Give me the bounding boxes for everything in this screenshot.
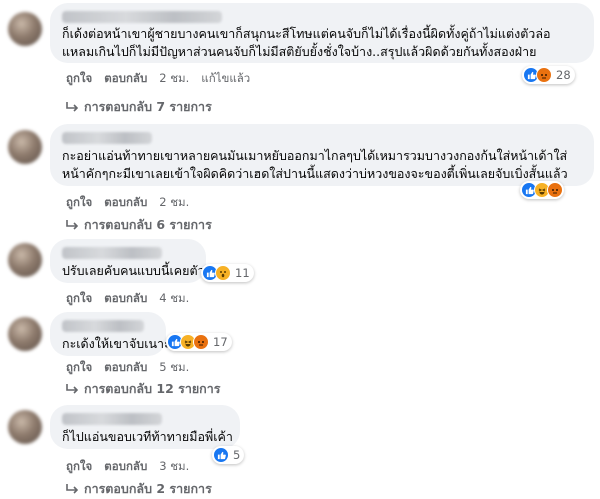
comment-text-line: ก็เด้งต่อหน้าเขาผู้ชายบางคนเขาก็สนุกนะสี… [62, 26, 551, 41]
angry-icon [193, 334, 209, 350]
reply-link[interactable]: ตอบกลับ [104, 194, 147, 212]
avatar[interactable] [8, 12, 42, 46]
view-replies-link[interactable]: การตอบกลับ 2 รายการ [66, 479, 212, 499]
comment-actions: ถูกใจ ตอบกลับ 3 ชม. [66, 458, 189, 476]
comment-text-line: แหลมเกินไปก็ไม่มีปัญหาส่วนคนจับก็ไม่มีสต… [62, 44, 537, 59]
author-name-blurred[interactable] [62, 320, 144, 332]
comment-actions: ถูกใจ ตอบกลับ 4 ชม. [66, 290, 189, 308]
author-name-blurred[interactable] [62, 247, 162, 259]
reaction-summary[interactable] [520, 181, 564, 199]
avatar[interactable] [8, 130, 42, 164]
comment-text-line: ปรับเลยคับคนแบบนี้เคยตัว [62, 263, 205, 278]
like-icon [213, 447, 229, 463]
comment-text-line: กะอย่าแอ่นท้าทายเขาหลายคนมันเมาหยับออกมา… [62, 148, 568, 163]
timestamp[interactable]: 2 ชม. [159, 70, 189, 88]
comment-actions: ถูกใจ ตอบกลับ 2 ชม. แก้ไขแล้ว [66, 70, 250, 88]
timestamp[interactable]: 3 ชม. [159, 458, 189, 476]
reply-link[interactable]: ตอบกลับ [104, 70, 147, 88]
comment-bubble: ก็เด้งต่อหน้าเขาผู้ชายบางคนเขาก็สนุกนะสี… [50, 3, 594, 63]
reaction-summary[interactable]: 11 [201, 264, 254, 282]
avatar[interactable] [8, 243, 42, 277]
comment-bubble: ก็ไปแอ่นขอบเวทีท้าทายมือพี่เค้า [50, 405, 240, 449]
comment-text-line: ก็ไปแอ่นขอบเวทีท้าทายมือพี่เค้า [62, 429, 233, 444]
replies-count-label: การตอบกลับ 7 รายการ [84, 99, 212, 114]
view-replies-link[interactable]: การตอบกลับ 6 รายการ [66, 215, 212, 235]
comment-bubble: กะเด้งให้เขาจับเนาะ [50, 312, 171, 356]
like-link[interactable]: ถูกใจ [66, 458, 92, 476]
reaction-count: 5 [233, 448, 241, 462]
reply-link[interactable]: ตอบกลับ [104, 458, 147, 476]
reaction-summary[interactable]: 28 [522, 66, 575, 84]
timestamp[interactable]: 4 ชม. [159, 290, 189, 308]
comment-actions: ถูกใจ ตอบกลับ 2 ชม. [66, 194, 189, 212]
comment-bubble: กะอย่าแอ่นท้าทายเขาหลายคนมันเมาหยับออกมา… [50, 124, 594, 186]
timestamp[interactable]: 5 ชม. [159, 359, 189, 377]
like-link[interactable]: ถูกใจ [66, 194, 92, 212]
like-link[interactable]: ถูกใจ [66, 359, 92, 377]
reply-arrow-icon [66, 484, 78, 494]
replies-count-label: การตอบกลับ 12 รายการ [84, 381, 221, 396]
author-name-blurred[interactable] [62, 11, 222, 23]
reply-arrow-icon [66, 384, 78, 394]
avatar[interactable] [8, 410, 42, 444]
edited-label: แก้ไขแล้ว [201, 71, 251, 85]
reaction-count: 17 [213, 335, 228, 349]
comment-bubble: ปรับเลยคับคนแบบนี้เคยตัว [50, 239, 206, 283]
author-name-blurred[interactable] [62, 132, 152, 144]
reaction-count: 28 [556, 68, 571, 82]
like-link[interactable]: ถูกใจ [66, 70, 92, 88]
wow-icon [215, 265, 231, 281]
like-link[interactable]: ถูกใจ [66, 290, 92, 308]
view-replies-link[interactable]: การตอบกลับ 12 รายการ [66, 379, 220, 399]
angry-icon [547, 182, 563, 198]
view-replies-link[interactable]: การตอบกลับ 7 รายการ [66, 97, 212, 117]
author-name-blurred[interactable] [62, 413, 162, 425]
reaction-summary[interactable]: 17 [166, 333, 232, 351]
replies-count-label: การตอบกลับ 2 รายการ [84, 481, 212, 496]
replies-count-label: การตอบกลับ 6 รายการ [84, 217, 212, 232]
comment-actions: ถูกใจ ตอบกลับ 5 ชม. [66, 359, 189, 377]
reply-arrow-icon [66, 220, 78, 230]
reply-link[interactable]: ตอบกลับ [104, 359, 147, 377]
reply-arrow-icon [66, 102, 78, 112]
timestamp[interactable]: 2 ชม. [159, 194, 189, 212]
reaction-count: 11 [235, 266, 250, 280]
comment-text-line: กะเด้งให้เขาจับเนาะ [62, 336, 171, 351]
angry-icon [536, 67, 552, 83]
avatar[interactable] [8, 317, 42, 351]
reaction-summary[interactable]: 5 [212, 446, 245, 464]
comment-text-line: หน้าคักๆกะมีเขาเลยเข้าใจผิดคิดว่าเฮดใส่ป… [62, 166, 568, 181]
reply-link[interactable]: ตอบกลับ [104, 290, 147, 308]
